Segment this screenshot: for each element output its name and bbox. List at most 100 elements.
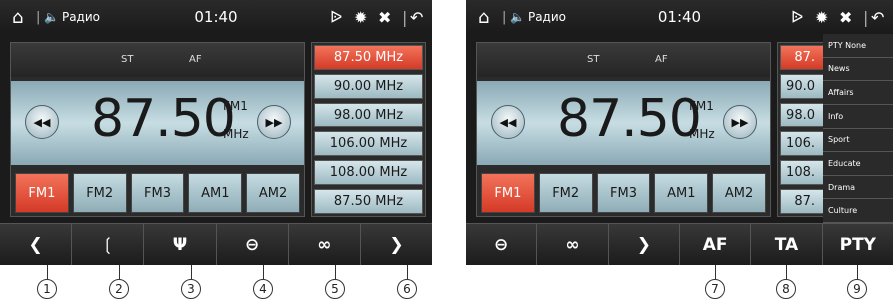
rds-icon: ❲	[100, 234, 115, 255]
callout-marker: 4	[253, 279, 273, 299]
stereo-indicator: ST	[587, 54, 600, 65]
unit-label: MHz	[223, 127, 249, 141]
seek-forward-button[interactable]: ▶▶	[723, 105, 757, 139]
pty-item[interactable]: Educate	[823, 152, 893, 176]
fast-forward-icon: ▶▶	[731, 115, 749, 129]
return-icon[interactable]: ↶	[871, 0, 884, 34]
band-am2-button[interactable]: AM2	[712, 173, 766, 213]
rds-button[interactable]: ❲	[72, 224, 145, 265]
frequency-value: 87.50	[91, 89, 236, 149]
callout-line	[715, 265, 716, 279]
seek-back-button[interactable]: ◀◀	[25, 105, 59, 139]
ta-button[interactable]: TA	[751, 224, 823, 265]
bottom-toolbar: ⊖ ∞ ❯ AF TA PTY	[466, 223, 893, 265]
callout-marker: 7	[705, 279, 725, 299]
tuner-panel: ST AF ◀◀ 87.50 FM1 MHz ▶▶ FM1 FM2 FM3 AM…	[476, 42, 771, 217]
antenna-icon: Ψ	[172, 234, 188, 255]
callout-line	[786, 265, 787, 279]
band-indicator: FM1	[689, 99, 714, 113]
next-page-button[interactable]: ❯	[609, 224, 680, 265]
search-button[interactable]: ⊖	[466, 224, 538, 265]
af-indicator: AF	[655, 54, 668, 65]
band-fm2-button[interactable]: FM2	[72, 173, 127, 213]
preset-item[interactable]: 98.00 MHz	[314, 102, 423, 128]
af-button[interactable]: AF	[680, 224, 752, 265]
pty-item[interactable]: Affairs	[823, 81, 893, 105]
pty-item[interactable]: Info	[823, 105, 893, 129]
callout-line	[857, 265, 858, 279]
return-icon[interactable]: ↶	[410, 0, 423, 34]
band-fm2-button[interactable]: FM2	[538, 173, 593, 213]
callout-line	[191, 265, 192, 279]
preset-list: 87.50 MHz 90.00 MHz 98.00 MHz 106.00 MHz…	[311, 42, 426, 217]
rewind-icon: ◀◀	[499, 115, 517, 129]
callout-marker: 2	[109, 279, 129, 299]
chevron-left-icon: ❮	[28, 234, 43, 255]
prev-page-button[interactable]: ❮	[0, 224, 73, 265]
pty-item[interactable]: News	[823, 58, 893, 82]
pty-item[interactable]: Culture	[823, 199, 893, 223]
band-selector: FM1 FM2 FM3 AM1 AM2	[481, 173, 766, 213]
chevron-right-icon: ❯	[636, 234, 651, 255]
callout-line	[407, 265, 408, 279]
stereo-button[interactable]: ∞	[537, 224, 609, 265]
callout-marker: 1	[37, 279, 57, 299]
chevron-right-icon: ❯	[389, 234, 404, 255]
preset-item[interactable]: 87.50 MHz	[314, 45, 423, 70]
pty-button[interactable]: PTY	[823, 224, 893, 265]
band-fm3-button[interactable]: FM3	[130, 173, 185, 213]
seek-back-button[interactable]: ◀◀	[491, 105, 525, 139]
divider: |	[863, 7, 869, 27]
status-bar: ⌂ | 🔈 Радио 01:40 ᐉ ✹ ✖ | ↶	[0, 0, 432, 34]
tools-icon[interactable]: ✖	[839, 0, 852, 34]
unit-label: MHz	[689, 127, 715, 141]
band-fm1-button[interactable]: FM1	[481, 173, 535, 213]
preset-item[interactable]: 90.00 MHz	[314, 73, 423, 99]
band-fm1-button[interactable]: FM1	[15, 173, 69, 213]
pty-item[interactable]: PTY None	[823, 34, 893, 58]
next-page-button[interactable]: ❯	[361, 224, 432, 265]
band-indicator: FM1	[223, 99, 248, 113]
callout-marker: 3	[181, 279, 201, 299]
preset-item[interactable]: 106.00 MHz	[314, 131, 423, 157]
clock: 01:40	[657, 8, 702, 26]
fast-forward-icon: ▶▶	[265, 115, 283, 129]
frequency-value: 87.50	[557, 89, 702, 149]
band-am2-button[interactable]: AM2	[246, 173, 300, 213]
band-fm3-button[interactable]: FM3	[596, 173, 651, 213]
antenna-button[interactable]: Ψ	[144, 224, 217, 265]
preset-item[interactable]: 87.50 MHz	[314, 189, 423, 214]
radio-screen-main: ⌂ | 🔈 Радио 01:40 ᐉ ✹ ✖ | ↶ ST AF ◀◀ 87.…	[0, 0, 432, 265]
sun-icon[interactable]: ✹	[815, 0, 828, 34]
tools-icon[interactable]: ✖	[378, 0, 391, 34]
stereo-indicator: ST	[121, 54, 134, 65]
divider: |	[402, 7, 408, 27]
callout-marker: 8	[776, 279, 796, 299]
zoom-out-icon: ⊖	[244, 234, 260, 255]
band-am1-button[interactable]: AM1	[654, 173, 709, 213]
stereo-icon: ∞	[565, 234, 580, 255]
callout-line	[47, 265, 48, 279]
callout-marker: 6	[397, 279, 417, 299]
pty-item[interactable]: Sport	[823, 129, 893, 153]
search-button[interactable]: ⊖	[217, 224, 289, 265]
bluetooth-icon[interactable]: ᐉ	[791, 0, 803, 34]
pty-list: PTY None News Affairs Info Sport Educate…	[823, 34, 893, 223]
callout-line	[335, 265, 336, 279]
bluetooth-icon[interactable]: ᐉ	[330, 0, 342, 34]
bottom-toolbar: ❮ ❲ Ψ ⊖ ∞ ❯	[0, 223, 432, 265]
af-indicator: AF	[189, 54, 202, 65]
seek-forward-button[interactable]: ▶▶	[257, 105, 291, 139]
preset-item[interactable]: 108.00 MHz	[314, 160, 423, 186]
pty-item[interactable]: Drama	[823, 176, 893, 200]
stereo-icon: ∞	[317, 234, 332, 255]
zoom-out-icon: ⊖	[494, 234, 509, 255]
stereo-button[interactable]: ∞	[289, 224, 361, 265]
status-bar: ⌂ | 🔈 Радио 01:40 ᐉ ✹ ✖ | ↶	[466, 0, 893, 34]
callout-line	[263, 265, 264, 279]
frequency-display: ◀◀ 87.50 FM1 MHz ▶▶	[11, 81, 304, 165]
rewind-icon: ◀◀	[33, 115, 51, 129]
callout-line	[119, 265, 120, 279]
band-am1-button[interactable]: AM1	[188, 173, 243, 213]
sun-icon[interactable]: ✹	[354, 0, 367, 34]
